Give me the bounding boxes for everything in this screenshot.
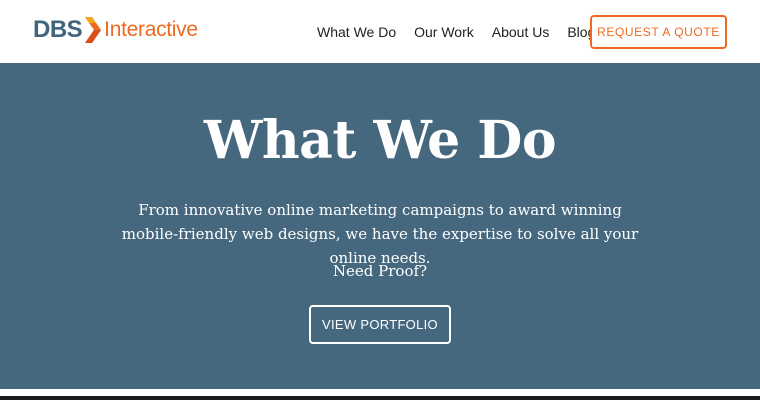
main-nav: What We Do Our Work About Us Blog: [317, 0, 595, 63]
section-gap: [0, 389, 760, 396]
logo-chevron-icon: [85, 17, 102, 43]
site-header: DBS Interactive What We Do Our Work Abou…: [0, 0, 760, 63]
logo-secondary-text: Interactive: [104, 18, 198, 41]
nav-item-what-we-do[interactable]: What We Do: [317, 24, 396, 40]
nav-item-about-us[interactable]: About Us: [492, 24, 550, 40]
request-quote-button[interactable]: REQUEST A QUOTE: [590, 15, 727, 49]
hero-section: What We Do From innovative online market…: [0, 63, 760, 389]
hero-proof-text: Need Proof?: [332, 262, 428, 280]
next-section-edge: [0, 396, 760, 400]
view-portfolio-button[interactable]: VIEW PORTFOLIO: [309, 305, 451, 344]
logo[interactable]: DBS Interactive: [33, 15, 198, 45]
page-title: What We Do: [203, 110, 557, 171]
page: DBS Interactive What We Do Our Work Abou…: [0, 0, 760, 400]
logo-primary-text: DBS: [33, 16, 83, 43]
nav-item-our-work[interactable]: Our Work: [414, 24, 474, 40]
